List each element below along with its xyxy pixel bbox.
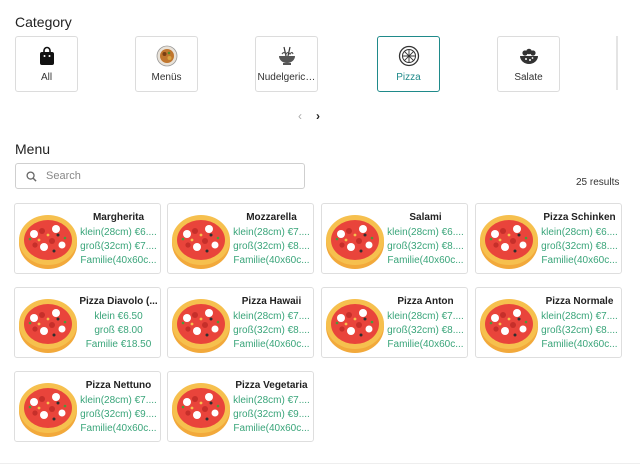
pizza-image	[18, 375, 78, 439]
category-pager: ‹ ›	[298, 110, 320, 122]
menu-item-price: klein(28cm) €7....	[80, 395, 157, 406]
menu-item-price: klein(28cm) €7....	[233, 395, 310, 406]
menu-item-info: Pizza Diavolo (... klein €6.50 groß €8.0…	[78, 295, 159, 352]
menu-item-name: Mozzarella	[246, 212, 297, 223]
pizza-image	[171, 207, 231, 271]
salad-bowl-icon	[518, 45, 540, 67]
menu-item-price: klein(28cm) €6....	[387, 227, 464, 238]
search-input[interactable]	[46, 170, 296, 182]
menu-item-info: Pizza Vegetaria klein(28cm) €7.... groß(…	[231, 379, 312, 436]
divider	[0, 463, 640, 464]
pizza-image	[479, 291, 539, 355]
menu-item-price: groß(32cm) €8....	[387, 241, 464, 252]
menu-item-price: groß €8.00	[94, 325, 143, 336]
category-label: Pizza	[396, 72, 421, 83]
chevron-right-icon[interactable]: ›	[316, 110, 320, 122]
menu-item-price: klein(28cm) €7....	[541, 311, 618, 322]
menu-item-card[interactable]: Salami klein(28cm) €6.... groß(32cm) €8.…	[321, 203, 468, 274]
menu-item-price: Familie(40x60c...	[233, 255, 310, 266]
menu-item-name: Pizza Hawaii	[241, 296, 302, 307]
category-card-menus[interactable]: Menüs	[135, 36, 198, 92]
menu-item-price: klein(28cm) €7....	[233, 227, 310, 238]
menu-item-price: klein €6.50	[94, 311, 143, 322]
category-card-salate[interactable]: Salate	[497, 36, 560, 92]
menu-item-price: Familie(40x60c...	[541, 339, 618, 350]
food-plate-icon	[156, 45, 178, 67]
menu-item-card[interactable]: Pizza Normale klein(28cm) €7.... groß(32…	[475, 287, 622, 358]
menu-item-price: Familie(40x60c...	[387, 255, 464, 266]
menu-item-card[interactable]: Pizza Anton klein(28cm) €7.... groß(32cm…	[321, 287, 468, 358]
menu-item-info: Pizza Anton klein(28cm) €7.... groß(32cm…	[385, 295, 466, 352]
category-card-pizza[interactable]: Pizza	[377, 36, 440, 92]
menu-item-price: klein(28cm) €7....	[387, 311, 464, 322]
menu-item-name: Pizza Anton	[397, 296, 454, 307]
menu-item-price: groß(32cm) €9....	[80, 409, 157, 420]
results-count: 25 results	[576, 177, 620, 188]
menu-item-card[interactable]: Pizza Vegetaria klein(28cm) €7.... groß(…	[167, 371, 314, 442]
pizza-image	[171, 375, 231, 439]
menu-item-price: groß(32cm) €8....	[233, 241, 310, 252]
menu-item-card[interactable]: Pizza Nettuno klein(28cm) €7.... groß(32…	[14, 371, 161, 442]
menu-item-name: Pizza Normale	[545, 296, 614, 307]
menu-item-price: groß(32cm) €9....	[233, 409, 310, 420]
menu-item-price: Familie €18.50	[85, 339, 152, 350]
category-label: Salate	[514, 72, 543, 83]
menu-item-price: groß(32cm) €8....	[541, 325, 618, 336]
menu-item-price: Familie(40x60c...	[541, 255, 618, 266]
category-title: Category	[15, 14, 72, 30]
category-label: Nudelgerichte	[257, 72, 316, 83]
menu-item-info: Pizza Nettuno klein(28cm) €7.... groß(32…	[78, 379, 159, 436]
noodle-bowl-icon	[276, 45, 298, 67]
pizza-image	[171, 291, 231, 355]
menu-item-price: klein(28cm) €7....	[233, 311, 310, 322]
search-box	[15, 163, 305, 189]
menu-item-price: groß(32cm) €7....	[80, 241, 157, 252]
category-list: All Menüs Nudelgerichte Pizza Salate	[15, 36, 640, 92]
search-icon	[16, 170, 46, 182]
shopping-bag-icon	[36, 45, 58, 67]
menu-item-info: Pizza Hawaii klein(28cm) €7.... groß(32c…	[231, 295, 312, 352]
menu-item-name: Pizza Vegetaria	[235, 380, 308, 391]
menu-item-price: klein(28cm) €6....	[541, 227, 618, 238]
chevron-left-icon[interactable]: ‹	[298, 110, 302, 122]
menu-item-price: groß(32cm) €8....	[233, 325, 310, 336]
menu-item-price: Familie(40x60c...	[80, 255, 157, 266]
pizza-image	[325, 291, 385, 355]
pizza-image	[479, 207, 539, 271]
menu-item-price: Familie(40x60c...	[80, 423, 157, 434]
menu-item-info: Pizza Normale klein(28cm) €7.... groß(32…	[539, 295, 620, 352]
menu-item-card[interactable]: Pizza Diavolo (... klein €6.50 groß €8.0…	[14, 287, 161, 358]
menu-item-info: Pizza Schinken klein(28cm) €6.... groß(3…	[539, 211, 620, 268]
category-scroll-edge	[616, 36, 618, 90]
pizza-image	[18, 291, 78, 355]
menu-item-info: Salami klein(28cm) €6.... groß(32cm) €8.…	[385, 211, 466, 268]
menu-item-price: groß(32cm) €8....	[387, 325, 464, 336]
menu-item-card[interactable]: Pizza Schinken klein(28cm) €6.... groß(3…	[475, 203, 622, 274]
category-card-nudelgerichte[interactable]: Nudelgerichte	[255, 36, 318, 92]
menu-item-info: Mozzarella klein(28cm) €7.... groß(32cm)…	[231, 211, 312, 268]
menu-item-card[interactable]: Margherita klein(28cm) €6.... groß(32cm)…	[14, 203, 161, 274]
menu-item-name: Pizza Nettuno	[85, 380, 152, 391]
menu-item-name: Salami	[409, 212, 442, 223]
category-label: All	[40, 72, 53, 83]
menu-item-price: Familie(40x60c...	[233, 423, 310, 434]
pizza-image	[325, 207, 385, 271]
menu-item-price: Familie(40x60c...	[387, 339, 464, 350]
pizza-image	[18, 207, 78, 271]
menu-item-info: Margherita klein(28cm) €6.... groß(32cm)…	[78, 211, 159, 268]
menu-item-name: Pizza Schinken	[543, 212, 616, 223]
menu-title: Menu	[15, 141, 51, 157]
menu-item-price: groß(32cm) €8....	[541, 241, 618, 252]
menu-item-price: Familie(40x60c...	[233, 339, 310, 350]
menu-item-name: Margherita	[92, 212, 145, 223]
menu-item-card[interactable]: Pizza Hawaii klein(28cm) €7.... groß(32c…	[167, 287, 314, 358]
category-card-all[interactable]: All	[15, 36, 78, 92]
pizza-icon	[398, 45, 420, 67]
menu-item-price: klein(28cm) €6....	[80, 227, 157, 238]
menu-item-name: Pizza Diavolo (...	[79, 296, 158, 307]
menu-item-card[interactable]: Mozzarella klein(28cm) €7.... groß(32cm)…	[167, 203, 314, 274]
category-label: Menüs	[151, 72, 182, 83]
